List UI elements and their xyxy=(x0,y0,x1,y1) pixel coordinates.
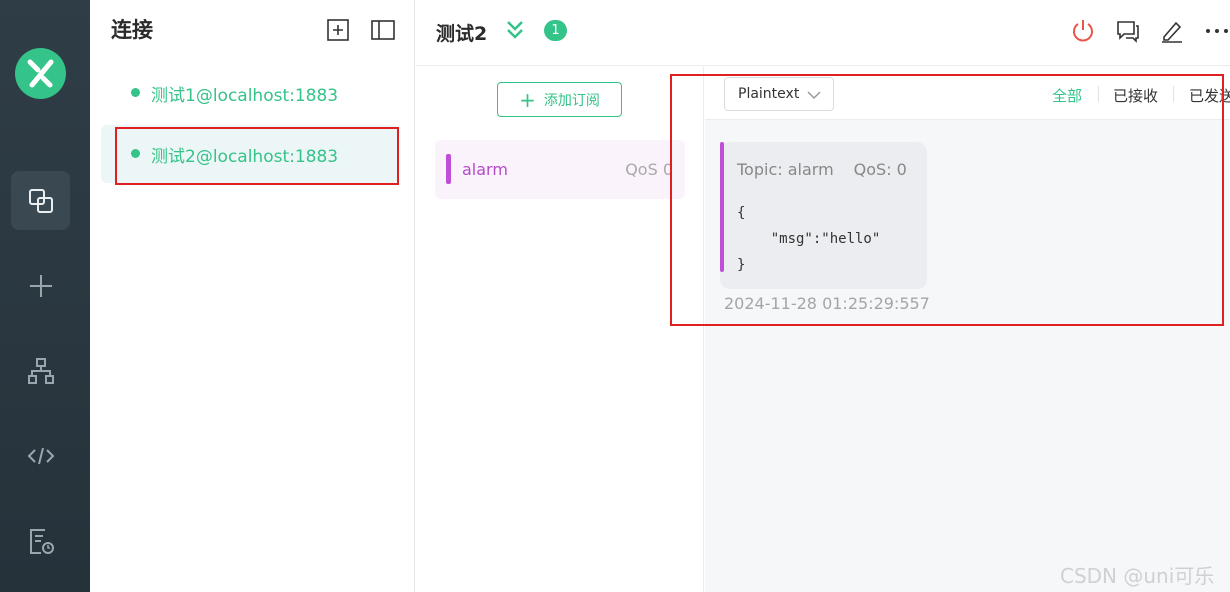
add-subscription-button[interactable]: + 添加订阅 xyxy=(497,82,622,117)
code-icon xyxy=(27,447,54,464)
topology-icon xyxy=(27,357,54,384)
more-icon[interactable] xyxy=(1204,18,1230,44)
plus-icon: + xyxy=(519,87,536,112)
connections-icon xyxy=(28,188,53,213)
nav-new-connection[interactable] xyxy=(11,256,70,315)
watermark: CSDN @uni可乐 xyxy=(1060,564,1215,588)
connection-label: 测试1@localhost:1883 xyxy=(151,85,339,106)
nav-topology[interactable] xyxy=(11,341,70,400)
log-icon xyxy=(29,528,54,554)
topic-color-bar xyxy=(446,154,451,184)
edit-icon[interactable] xyxy=(1159,18,1185,44)
message-count-badge: 1 xyxy=(544,20,567,41)
new-connection-icon[interactable] xyxy=(326,18,350,42)
chevron-double-down-icon[interactable] xyxy=(504,19,526,41)
connection-item[interactable]: 测试1@localhost:1883 xyxy=(101,64,399,122)
main-nav xyxy=(0,0,90,592)
annotation-box xyxy=(115,127,399,185)
nav-script[interactable] xyxy=(11,426,70,485)
connection-title: 测试2 xyxy=(436,23,488,45)
connection-header: 测试2 1 xyxy=(416,0,1230,66)
subscription-topic: alarm xyxy=(462,160,508,179)
subscription-item[interactable]: alarm QoS 0 xyxy=(435,140,685,199)
status-dot xyxy=(131,88,140,97)
connections-title: 连接 xyxy=(111,18,153,42)
app-logo xyxy=(15,48,66,99)
chat-icon[interactable] xyxy=(1115,18,1141,44)
add-icon xyxy=(29,274,52,297)
collapse-panel-icon[interactable] xyxy=(371,18,395,42)
power-icon[interactable] xyxy=(1070,18,1096,44)
logo-x-icon xyxy=(27,59,54,88)
mqttx-app: 连接 测试1@localhost:1883 测试2@localhost:1883… xyxy=(0,0,1230,592)
add-subscription-label: 添加订阅 xyxy=(543,92,600,109)
nav-connections[interactable] xyxy=(11,171,70,230)
nav-log[interactable] xyxy=(11,511,70,570)
subscriptions-panel: + 添加订阅 alarm QoS 0 xyxy=(416,67,704,592)
connections-panel: 连接 测试1@localhost:1883 测试2@localhost:1883 xyxy=(90,0,415,592)
annotation-box xyxy=(670,74,1224,326)
subscription-qos: QoS 0 xyxy=(625,160,673,179)
